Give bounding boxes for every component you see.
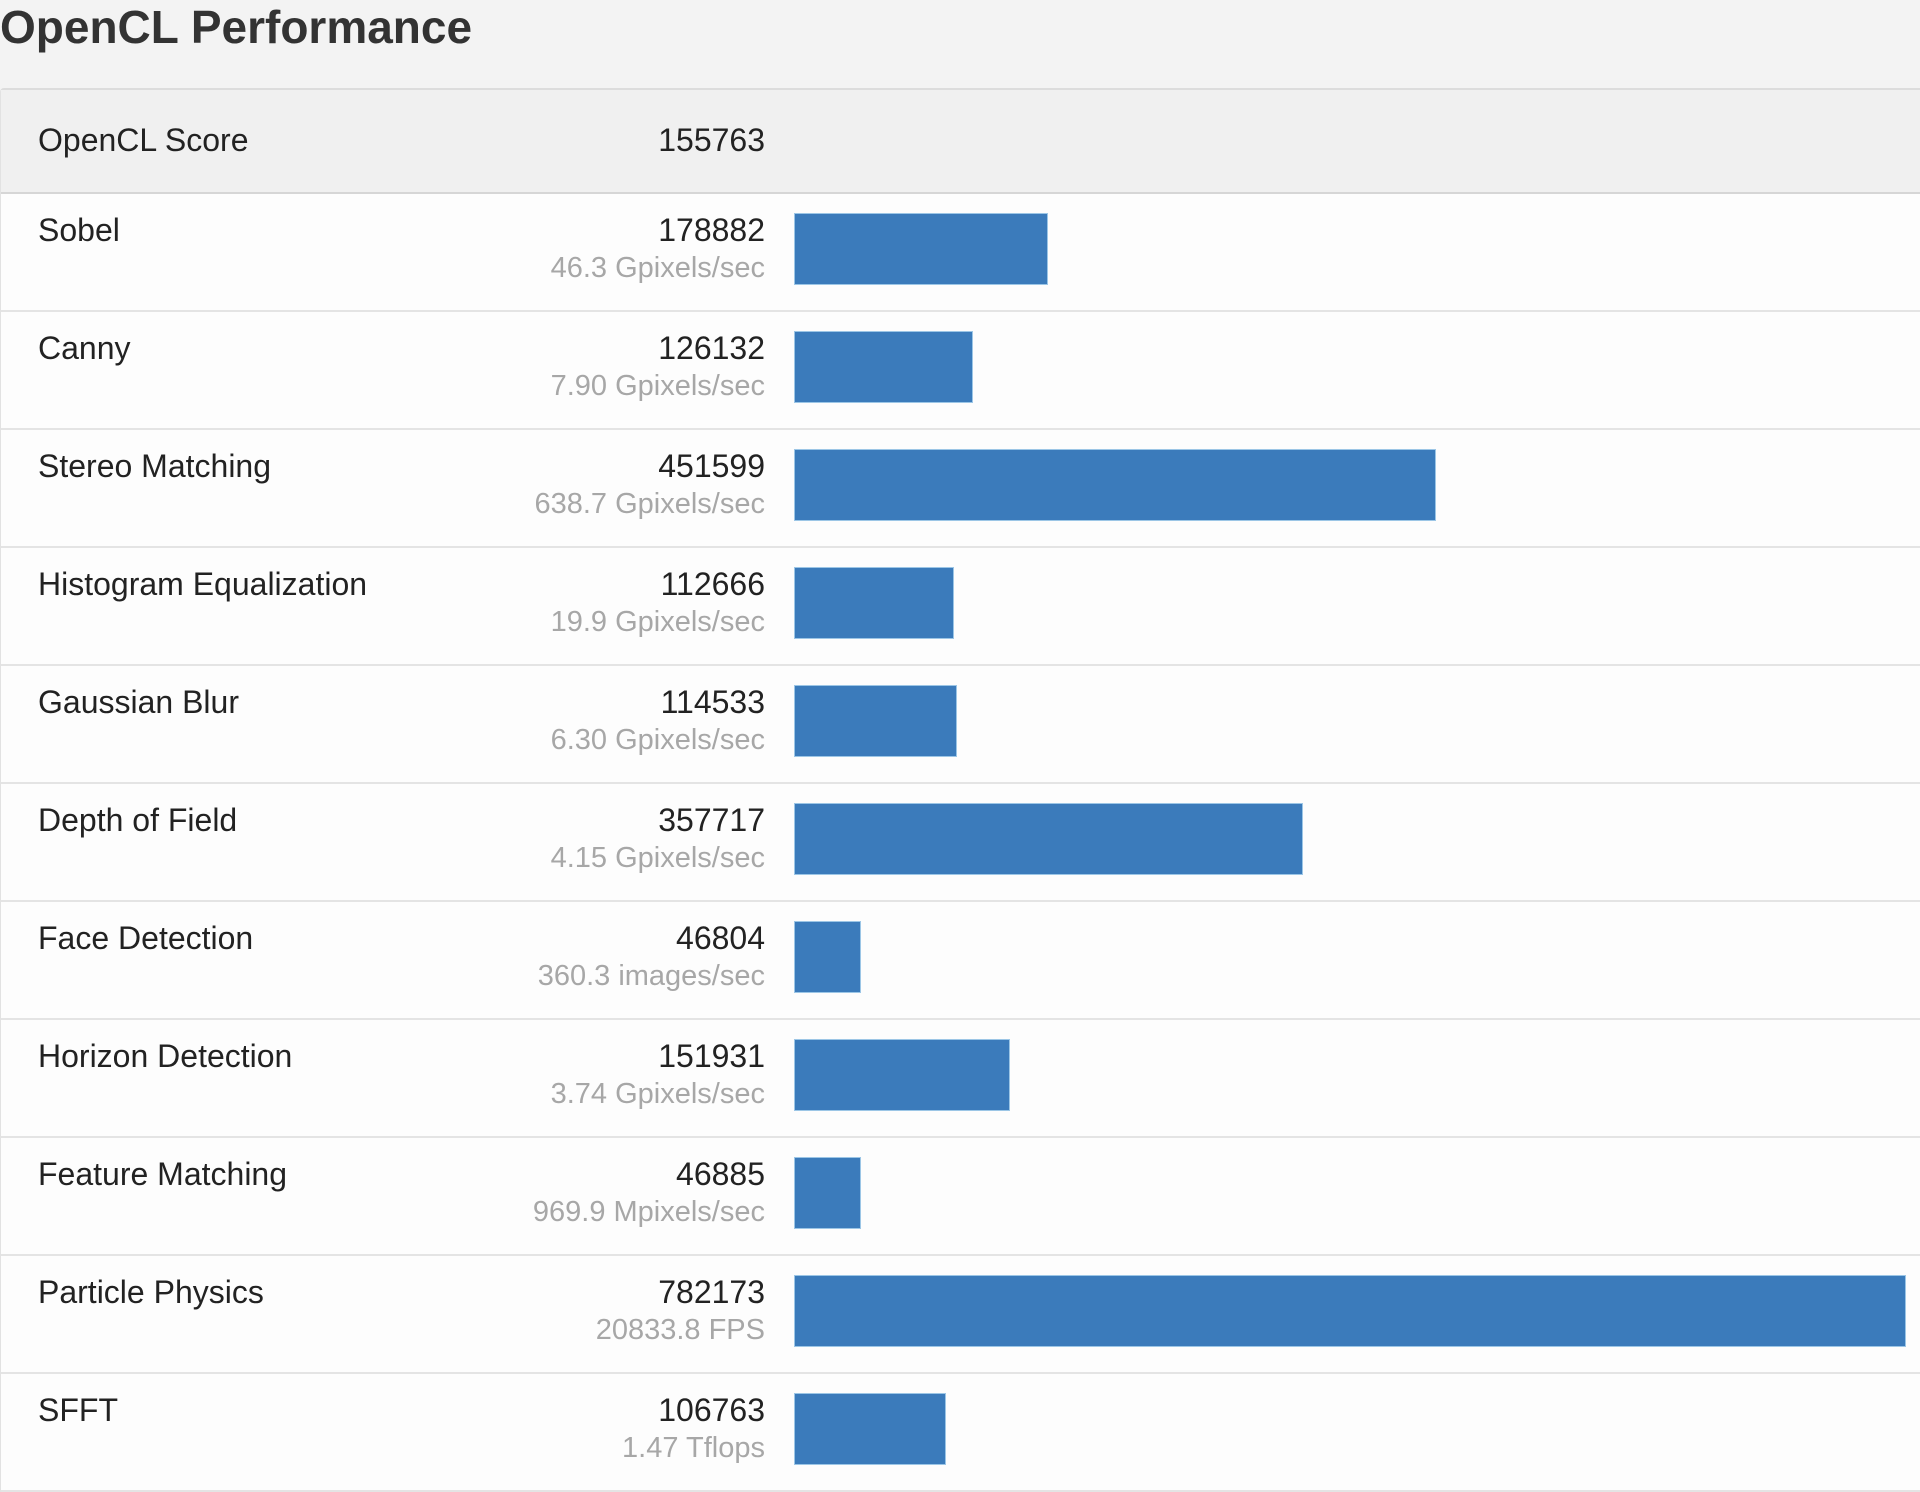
benchmark-detail: 638.7 Gpixels/sec	[534, 488, 765, 520]
benchmark-detail: 19.9 Gpixels/sec	[550, 606, 765, 638]
score-value: 155763	[658, 122, 765, 158]
table-row: Depth of Field 357717 4.15 Gpixels/sec	[1, 784, 1920, 902]
benchmark-score: 46885	[676, 1156, 765, 1192]
page-title: OpenCL Performance	[0, 1, 473, 53]
table-row: Gaussian Blur 114533 6.30 Gpixels/sec	[1, 666, 1920, 784]
benchmark-detail: 4.15 Gpixels/sec	[550, 842, 765, 874]
benchmark-name: Gaussian Blur	[38, 684, 239, 720]
table-row: Sobel 178882 46.3 Gpixels/sec	[1, 194, 1920, 312]
benchmark-detail: 1.47 Tflops	[622, 1432, 765, 1464]
score-bar	[794, 803, 1303, 875]
benchmark-name: Depth of Field	[38, 802, 238, 838]
table-row: Particle Physics 782173 20833.8 FPS	[1, 1256, 1920, 1374]
score-bar	[794, 1393, 946, 1465]
benchmark-name: Particle Physics	[38, 1274, 264, 1310]
benchmark-score: 126132	[658, 330, 765, 366]
score-bar	[794, 449, 1436, 521]
score-bar	[794, 331, 973, 403]
benchmark-detail: 20833.8 FPS	[595, 1314, 765, 1346]
benchmark-score: 451599	[658, 448, 765, 484]
score-label: OpenCL Score	[38, 122, 249, 158]
benchmark-score: 106763	[658, 1392, 765, 1428]
score-bar	[794, 1275, 1906, 1347]
benchmark-detail: 7.90 Gpixels/sec	[550, 370, 765, 402]
benchmark-score: 46804	[676, 920, 765, 956]
score-bar	[794, 921, 861, 993]
table-row: Face Detection 46804 360.3 images/sec	[1, 902, 1920, 1020]
benchmark-score: 151931	[658, 1038, 765, 1074]
benchmark-detail: 46.3 Gpixels/sec	[550, 252, 765, 284]
benchmark-name: Stereo Matching	[38, 448, 272, 484]
benchmark-name: Sobel	[38, 212, 120, 248]
score-bar	[794, 213, 1048, 285]
score-bar	[794, 685, 957, 757]
benchmark-detail: 6.30 Gpixels/sec	[550, 724, 765, 756]
benchmark-score: 782173	[658, 1274, 765, 1310]
table-row: Stereo Matching 451599 638.7 Gpixels/sec	[1, 430, 1920, 548]
score-bar	[794, 567, 954, 639]
table-row: Canny 126132 7.90 Gpixels/sec	[1, 312, 1920, 430]
benchmark-name: Canny	[38, 330, 131, 366]
opencl-score-row: OpenCL Score 155763	[1, 90, 1920, 194]
score-bar	[794, 1039, 1010, 1111]
benchmark-score: 357717	[658, 802, 765, 838]
table-row: Horizon Detection 151931 3.74 Gpixels/sec	[1, 1020, 1920, 1138]
benchmark-score: 112666	[660, 566, 765, 602]
benchmark-detail: 969.9 Mpixels/sec	[532, 1196, 765, 1228]
benchmark-score: 114533	[660, 684, 765, 720]
benchmark-name: Face Detection	[38, 920, 254, 956]
benchmark-table: OpenCL Score 155763 Sobel 178882 46.3 Gpix…	[0, 88, 1920, 1492]
benchmark-detail: 360.3 images/sec	[537, 960, 765, 992]
benchmark-name: Feature Matching	[38, 1156, 288, 1192]
benchmark-name: Horizon Detection	[38, 1038, 293, 1074]
score-bar	[794, 1157, 861, 1229]
benchmark-name: SFFT	[38, 1392, 118, 1428]
table-row: Feature Matching 46885 969.9 Mpixels/sec	[1, 1138, 1920, 1256]
table-row: SFFT 106763 1.47 Tflops	[1, 1374, 1920, 1492]
table-row: Histogram Equalization 112666 19.9 Gpixels…	[1, 548, 1920, 666]
benchmark-name: Histogram Equalization	[38, 566, 368, 602]
benchmark-score: 178882	[658, 212, 765, 248]
benchmark-detail: 3.74 Gpixels/sec	[550, 1078, 765, 1110]
